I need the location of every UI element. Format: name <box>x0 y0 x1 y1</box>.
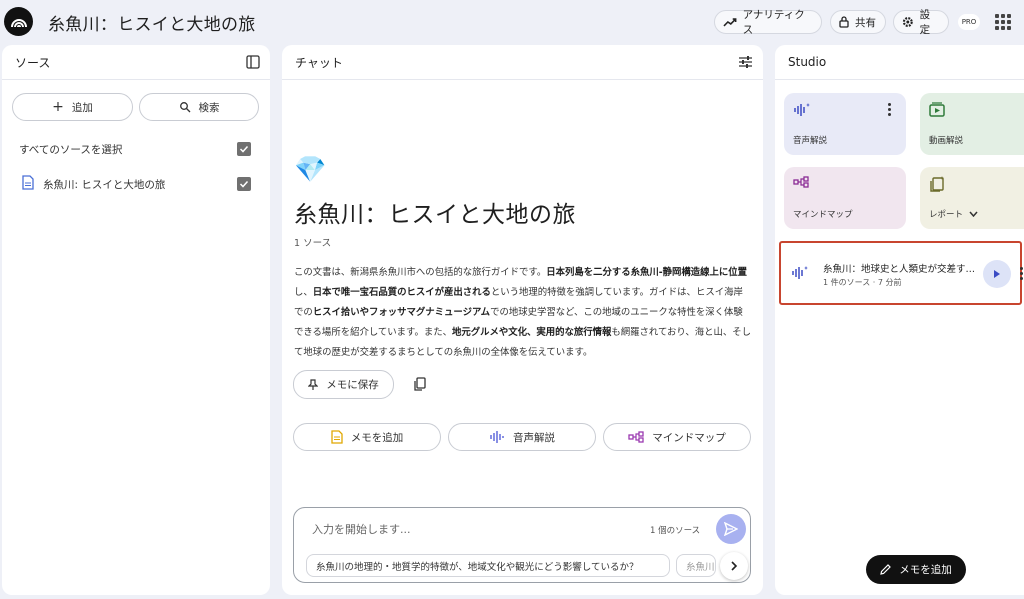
audio-overview-card-label: 音声解説 <box>793 136 828 146</box>
mind-map-icon <box>628 431 644 443</box>
share-label: 共有 <box>855 16 876 29</box>
audio-wave-icon <box>490 431 504 443</box>
send-button[interactable] <box>716 514 746 544</box>
pencil-icon <box>880 564 892 575</box>
add-memo-action-button[interactable]: メモを追加 <box>293 423 441 451</box>
summary-segment: 地元グルメや文化、実用的な旅行情報 <box>451 327 612 338</box>
add-memo-label: メモを追加 <box>899 564 952 576</box>
audio-wave-icon <box>792 266 808 279</box>
sources-header: ソース <box>2 45 270 80</box>
play-button[interactable] <box>983 260 1011 288</box>
audio-wave-icon <box>794 103 810 116</box>
settings-label: 設定 <box>919 9 931 36</box>
notebook-title[interactable]: 糸魚川：ヒスイと大地の旅 <box>48 10 256 35</box>
search-sparkle-icon <box>179 102 190 113</box>
chat-panel: チャット 💎 糸魚川：ヒスイと大地の旅 1 ソース この文書は、新潟県糸魚川市へ… <box>282 45 763 595</box>
studio-panel: Studio 音声解説 動画解説 マインドマップ レポート 糸魚川：地球史と人類… <box>775 45 1024 595</box>
select-all-label: すべてのソースを選択 <box>19 144 123 156</box>
search-source-button[interactable]: 検索 <box>139 93 259 121</box>
tune-icon[interactable] <box>738 55 753 69</box>
app-logo-icon[interactable] <box>4 7 33 36</box>
trending-up-icon <box>723 18 737 27</box>
mind-map-card-label: マインドマップ <box>793 210 853 220</box>
top-bar: 糸魚川：ヒスイと大地の旅 アナリティクス 共有 設定 PRO <box>0 0 1024 44</box>
settings-button[interactable]: 設定 <box>893 9 949 36</box>
source-item-checkbox[interactable] <box>237 177 251 191</box>
notebook-summary: この文書は、新潟県糸魚川市への包括的な旅行ガイドです。日本列島を二分する糸魚川-… <box>294 263 752 363</box>
select-all-checkbox[interactable] <box>237 142 251 156</box>
apps-grid-icon[interactable] <box>995 14 1011 30</box>
check-icon <box>239 180 249 188</box>
add-memo-action-label: メモを追加 <box>350 431 404 444</box>
report-card-label-text: レポート <box>929 210 964 220</box>
chat-composer: 入力を開始します... 1 個のソース 糸魚川の地理的・地質学的特徴が、地域文化… <box>293 507 751 583</box>
studio-title: Studio <box>788 55 827 69</box>
check-icon <box>239 145 249 153</box>
share-button[interactable]: 共有 <box>830 10 886 34</box>
add-source-button[interactable]: + 追加 <box>12 93 133 121</box>
composer-source-count: 1 個のソース <box>650 526 701 536</box>
notebook-emoji: 💎 <box>294 155 327 185</box>
studio-header: Studio <box>775 45 1024 80</box>
summary-segment: 日本列島を二分する糸魚川-静岡構造線上に位置 <box>546 267 747 278</box>
send-icon <box>724 522 738 536</box>
play-icon <box>994 270 1000 278</box>
chat-source-count: 1 ソース <box>294 238 332 249</box>
next-suggestions-button[interactable] <box>720 552 748 580</box>
video-overview-card[interactable]: 動画解説 <box>920 93 1024 155</box>
report-icon <box>930 176 944 192</box>
summary-segment: 日本で唯一宝石品質のヒスイが産出される <box>312 287 491 298</box>
add-memo-button[interactable]: メモを追加 <box>866 555 966 584</box>
audio-item-title: 糸魚川：地球史と人類史が交差するまち <box>823 264 978 275</box>
chevron-down-icon[interactable] <box>969 210 978 220</box>
chat-input[interactable]: 入力を開始します... <box>312 521 411 537</box>
lock-icon <box>839 16 849 28</box>
chat-notebook-title: 糸魚川：ヒスイと大地の旅 <box>294 202 576 228</box>
sources-panel: ソース + 追加 検索 すべてのソースを選択 糸魚川: ヒスイと大地の旅 <box>2 45 270 595</box>
summary-segment: し、 <box>294 287 313 298</box>
mind-map-icon <box>793 176 809 188</box>
mind-map-action-label: マインドマップ <box>652 431 726 444</box>
video-icon <box>929 102 945 117</box>
save-to-memo-button[interactable]: メモに保存 <box>293 370 394 399</box>
summary-segment: ヒスイ拾いやフォッサマグナミュージアム <box>312 307 491 318</box>
copy-icon[interactable] <box>413 377 426 392</box>
suggestion-chip[interactable]: 糸魚川 <box>676 554 716 577</box>
audio-overview-action-button[interactable]: 音声解説 <box>448 423 596 451</box>
search-source-label: 検索 <box>198 101 220 114</box>
mind-map-card[interactable]: マインドマップ <box>784 167 906 229</box>
chat-title-label: チャット <box>295 55 343 70</box>
audio-overview-card[interactable]: 音声解説 <box>784 93 906 155</box>
audio-overview-action-label: 音声解説 <box>513 431 555 444</box>
suggestion-chip[interactable]: 糸魚川の地理的・地質学的特徴が、地域文化や観光にどう影響しているか？ <box>306 554 670 577</box>
plus-icon: + <box>52 99 64 115</box>
add-source-label: 追加 <box>71 101 93 114</box>
collapse-panel-icon[interactable] <box>246 55 260 69</box>
analytics-label: アナリティクス <box>742 9 805 36</box>
document-icon <box>22 175 34 190</box>
video-overview-card-label: 動画解説 <box>929 136 964 146</box>
mind-map-action-button[interactable]: マインドマップ <box>603 423 751 451</box>
audio-item-meta: 1 件のソース · 7 分前 <box>823 278 902 287</box>
chevron-right-icon <box>731 561 738 571</box>
report-card-label: レポート <box>929 208 978 220</box>
analytics-button[interactable]: アナリティクス <box>714 9 822 36</box>
save-to-memo-label: メモに保存 <box>326 379 379 391</box>
source-item-label: 糸魚川: ヒスイと大地の旅 <box>43 179 166 191</box>
pin-icon <box>308 378 319 390</box>
note-icon <box>331 430 343 444</box>
gear-icon <box>902 17 913 27</box>
pro-badge: PRO <box>958 14 980 30</box>
more-vert-icon[interactable] <box>888 103 892 118</box>
report-card[interactable]: レポート <box>920 167 1024 229</box>
audio-overview-item[interactable]: 糸魚川：地球史と人類史が交差するまち 1 件のソース · 7 分前 <box>779 241 1022 305</box>
chat-header: チャット <box>282 45 763 80</box>
summary-segment: この文書は、新潟県糸魚川市への包括的な旅行ガイドです。 <box>294 267 547 278</box>
sources-title: ソース <box>15 55 51 70</box>
more-vert-icon[interactable] <box>1020 267 1024 280</box>
